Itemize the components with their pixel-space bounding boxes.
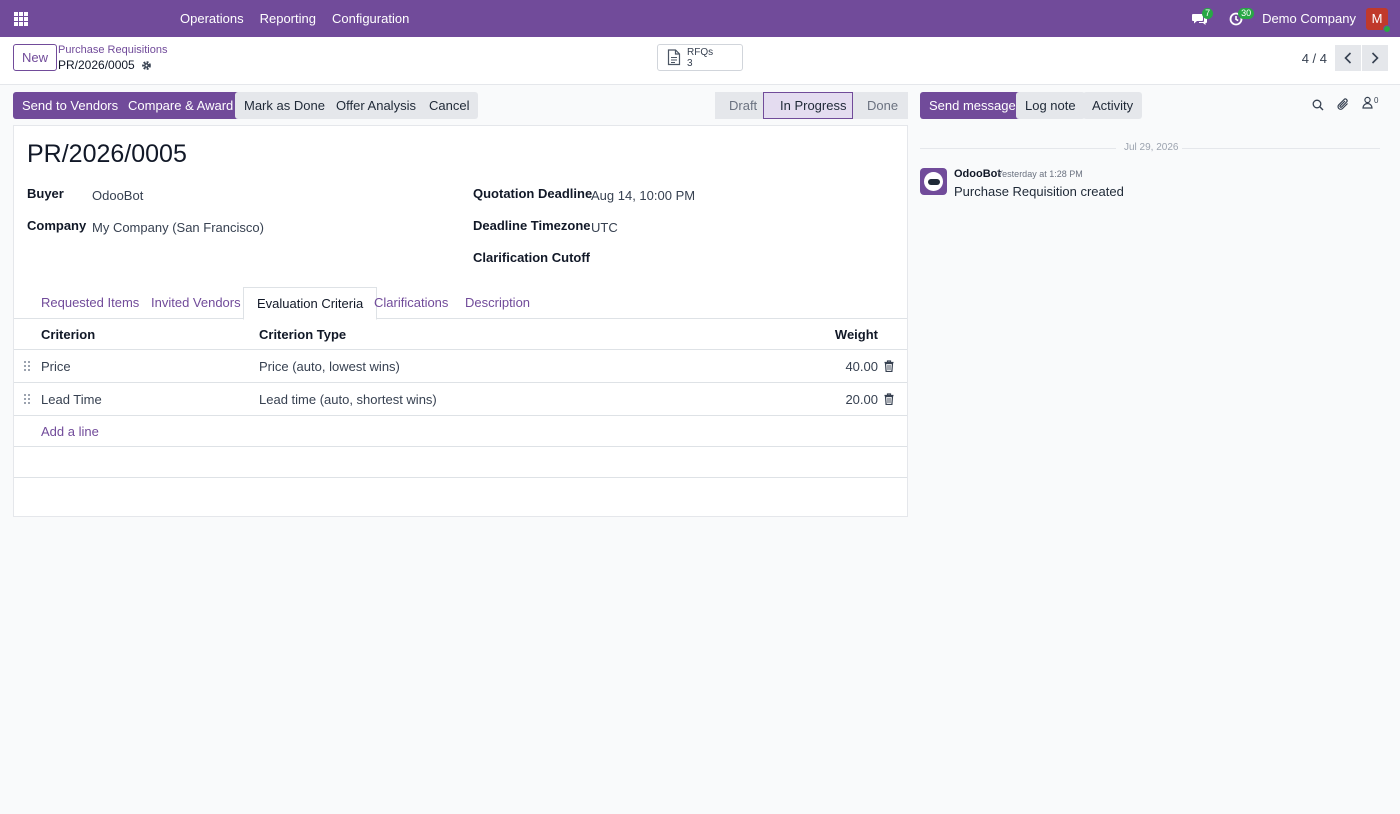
deadline-timezone-label: Deadline Timezone [473,218,591,233]
quotation-deadline-field[interactable]: Aug 14, 10:00 PM [591,188,695,203]
company-field[interactable]: My Company (San Francisco) [92,220,264,235]
user-avatar[interactable]: M [1366,7,1391,33]
top-navbar: Operations Reporting Configuration 7 30 … [0,0,1400,37]
company-switcher[interactable]: Demo Company [1254,11,1366,26]
table-row[interactable]: Lead Time Lead time (auto, shortest wins… [14,383,907,416]
new-button[interactable]: New [13,44,58,71]
stage-done[interactable]: Done [853,92,908,119]
add-line-row: Add a line [14,416,907,447]
pager-previous-button[interactable] [1335,45,1361,71]
pager: 4 / 4 [1302,45,1388,71]
criterion-type-cell[interactable]: Lead time (auto, shortest wins) [259,392,437,407]
column-weight[interactable]: Weight [835,327,878,342]
rfqs-count: 3 [687,57,693,69]
mark-as-done-button[interactable]: Mark as Done [235,92,334,119]
notebook-tabs: Requested Items Invited Vendors Evaluati… [14,287,907,320]
message-body: Purchase Requisition created [954,184,1124,199]
weight-cell[interactable]: 20.00 [845,392,878,407]
send-message-button[interactable]: Send message [920,92,1025,119]
activities-clock-icon[interactable]: 30 [1218,0,1255,37]
paperclip-icon[interactable] [1337,97,1350,111]
form-sheet: PR/2026/0005 Buyer OdooBot Company My Co… [13,125,908,517]
empty-row [14,447,907,478]
document-icon [667,49,681,66]
drag-handle-icon[interactable] [24,394,30,404]
tab-requested-items[interactable]: Requested Items [28,287,152,319]
control-panel: New Purchase Requisitions PR/2026/0005 R… [0,37,1400,85]
menu-configuration[interactable]: Configuration [324,0,417,37]
chevron-left-icon [1344,52,1352,64]
weight-cell[interactable]: 40.00 [845,359,878,374]
deadline-timezone-field[interactable]: UTC [591,220,618,235]
criterion-type-cell[interactable]: Price (auto, lowest wins) [259,359,400,374]
message-timestamp: Yesterday at 1:28 PM [997,169,1083,179]
breadcrumb-parent-link[interactable]: Purchase Requisitions [58,44,167,57]
date-separator: Jul 29, 2026 [920,142,1380,154]
rfqs-smart-button[interactable]: RFQs 3 [657,44,743,71]
rfqs-label: RFQs [687,46,714,58]
buyer-field[interactable]: OdooBot [92,188,143,203]
tab-invited-vendors[interactable]: Invited Vendors [138,287,254,319]
clarification-cutoff-label: Clarification Cutoff [473,250,590,265]
followers-button[interactable]: 0 [1362,96,1378,109]
stage-draft[interactable]: Draft [715,92,763,119]
stage-in-progress[interactable]: In Progress [763,92,853,119]
date-separator-label: Jul 29, 2026 [1124,142,1179,153]
status-bar: Draft In Progress Done [715,92,908,119]
quotation-deadline-label: Quotation Deadline [473,186,593,201]
messages-icon[interactable]: 7 [1182,0,1218,37]
send-to-vendors-button[interactable]: Send to Vendors [13,92,128,119]
log-note-button[interactable]: Log note [1016,92,1085,119]
criteria-table-header: Criterion Criterion Type Weight [14,319,907,350]
user-icon [1362,96,1373,109]
drag-handle-icon[interactable] [24,361,30,371]
criterion-cell[interactable]: Price [41,359,71,374]
column-criterion[interactable]: Criterion [41,327,95,342]
record-title: PR/2026/0005 [27,140,187,168]
messages-count-badge: 7 [1202,8,1214,19]
activity-button[interactable]: Activity [1083,92,1143,119]
followers-count: 0 [1374,96,1379,105]
apps-menu-icon[interactable] [0,0,42,37]
message-author[interactable]: OdooBot [954,168,1001,180]
gear-icon[interactable] [141,60,152,71]
breadcrumb-current: PR/2026/0005 [58,57,167,73]
criterion-cell[interactable]: Lead Time [41,392,102,407]
breadcrumb: Purchase Requisitions PR/2026/0005 [58,44,167,73]
cancel-button[interactable]: Cancel [420,92,479,119]
trash-icon[interactable] [884,360,894,372]
trash-icon[interactable] [884,393,894,405]
menu-operations[interactable]: Operations [172,0,252,37]
chevron-right-icon [1371,52,1379,64]
buyer-label: Buyer [27,186,64,201]
table-row[interactable]: Price Price (auto, lowest wins) 40.00 [14,350,907,383]
compare-award-button[interactable]: Compare & Award [119,92,243,119]
tab-description[interactable]: Description [452,287,543,319]
search-icon[interactable] [1312,99,1324,111]
tab-evaluation-criteria[interactable]: Evaluation Criteria [243,287,378,320]
user-avatar-initial: M [1371,11,1383,26]
company-label: Company [27,218,87,233]
activities-count-badge: 30 [1238,8,1255,19]
pager-next-button[interactable] [1362,45,1388,71]
menu-reporting[interactable]: Reporting [252,0,324,37]
column-criterion-type[interactable]: Criterion Type [259,327,346,342]
main-menu: Operations Reporting Configuration [172,0,417,37]
online-status-icon [1383,24,1391,33]
offer-analysis-button[interactable]: Offer Analysis [327,92,425,119]
pager-value[interactable]: 4 / 4 [1302,51,1327,66]
odoobot-avatar[interactable] [920,168,947,195]
breadcrumb-current-label: PR/2026/0005 [58,58,135,72]
tab-clarifications[interactable]: Clarifications [361,287,461,319]
add-a-line-link[interactable]: Add a line [41,424,99,439]
